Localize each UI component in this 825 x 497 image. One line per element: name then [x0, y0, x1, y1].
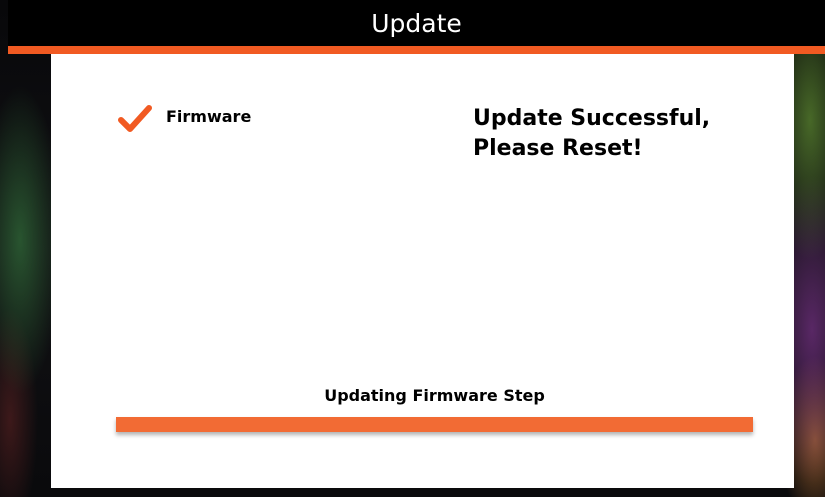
step-label-firmware: Firmware [166, 107, 252, 126]
status-line-2: Please Reset! [473, 136, 643, 161]
progress-bar [116, 417, 753, 432]
title-accent-bar [8, 46, 825, 54]
title-bar: Update [8, 0, 825, 46]
progress-bar-fill [116, 417, 753, 432]
progress-label: Updating Firmware Step [324, 386, 545, 405]
status-line-1: Update Successful, [473, 106, 711, 131]
check-icon [118, 105, 152, 132]
page-title: Update [371, 8, 462, 38]
status-message: Update Successful, Please Reset! [473, 104, 773, 164]
